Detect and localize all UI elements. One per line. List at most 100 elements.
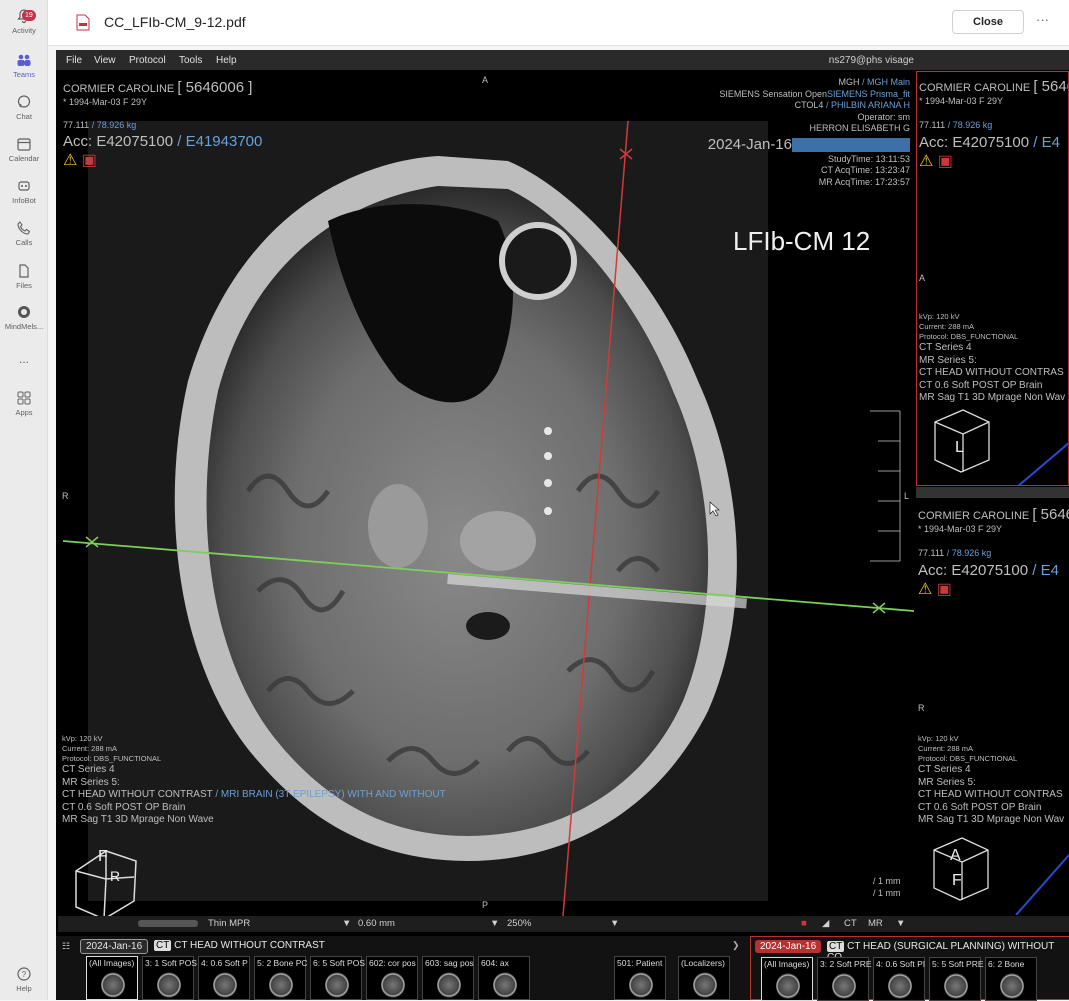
- thumbnail-label: 3: 2 Soft PRE: [820, 959, 872, 969]
- window-level-icon[interactable]: ◢: [822, 918, 829, 929]
- rail-more[interactable]: ...: [0, 352, 48, 366]
- referrer-ct: CTOL4: [794, 100, 824, 110]
- study-folder-icon[interactable]: ▣: [82, 152, 97, 169]
- rail-calendar-label: Calendar: [8, 154, 40, 163]
- chevron-down-icon[interactable]: ▼: [610, 918, 619, 929]
- accession-ct: Acc: E42075100: [918, 562, 1029, 579]
- ct-series: CT Series 4: [919, 342, 972, 353]
- comparison-date-tab[interactable]: 2024-Jan-16: [755, 940, 822, 953]
- thumbnail[interactable]: 6: 2 Bone: [985, 957, 1037, 1001]
- slice-annotation: LFIb-CM 12: [733, 226, 871, 256]
- thumbnail[interactable]: 602: cor pos: [366, 956, 418, 1000]
- thumbnail[interactable]: 604: ax: [478, 956, 530, 1000]
- modality-mr-toggle[interactable]: MR: [868, 918, 883, 929]
- ct-series-desc: CT 0.6 Soft POST OP Brain: [62, 801, 186, 813]
- weight-mr: / 78.926 kg: [91, 120, 137, 130]
- study-date-tab[interactable]: 2024-Jan-16: [80, 939, 149, 954]
- accession-mr: / E4: [1032, 562, 1059, 579]
- chevron-down-icon[interactable]: ▼: [342, 918, 351, 929]
- zoom-select[interactable]: 250%: [507, 918, 531, 929]
- pane-splitter[interactable]: [916, 487, 1069, 498]
- render-mode-select[interactable]: Thin MPR: [208, 918, 250, 929]
- thumbnail-label: (Localizers): [681, 958, 725, 968]
- grid-menu-icon[interactable]: ☷: [62, 941, 70, 952]
- thumbnail[interactable]: 5: 2 Bone PC: [254, 956, 308, 1000]
- rail-calls[interactable]: Calls: [0, 220, 48, 247]
- modality-ct-toggle[interactable]: CT: [844, 918, 857, 929]
- secondary-viewport-top[interactable]: CORMIER CAROLINE [ 5646 * 1994-Mar-03 F …: [916, 71, 1069, 486]
- rail-teams[interactable]: Teams: [0, 52, 48, 79]
- menu-tools[interactable]: Tools: [179, 55, 202, 66]
- thumbnail[interactable]: 603: sag pos: [422, 956, 474, 1000]
- referrer-mr: / PHILBIN ARIANA H: [825, 100, 910, 110]
- pin-icon[interactable]: ❯: [732, 940, 740, 951]
- warning-icon[interactable]: ⚠: [63, 152, 77, 169]
- document-title: CC_LFIb-CM_9-12.pdf: [104, 14, 246, 30]
- thumbnail[interactable]: 3: 1 Soft POS: [142, 956, 197, 1000]
- rail-help[interactable]: ? Help: [0, 966, 48, 993]
- file-icon: [19, 264, 29, 278]
- warning-icon[interactable]: ⚠: [918, 581, 932, 598]
- series-thumbnail-strip: ☷ 2024-Jan-16 CT CT HEAD WITHOUT CONTRAS…: [56, 936, 1069, 1001]
- mr-series: MR Series 5:: [918, 776, 976, 788]
- secondary-viewport-bottom[interactable]: CORMIER CAROLINE [ 5646 * 1994-Mar-03 F …: [916, 500, 1069, 915]
- patient-name: CORMIER CAROLINE: [919, 82, 1031, 94]
- rail-chat-label: Chat: [16, 112, 32, 121]
- rail-calendar[interactable]: Calendar: [0, 136, 48, 163]
- thumbnail[interactable]: 4: 0.6 Soft P: [198, 956, 250, 1000]
- thumbnail[interactable]: 501: Patient: [614, 956, 666, 1000]
- mr-series-desc: MR Sag T1 3D Mprage Non Wave: [62, 814, 214, 825]
- scanner-ct: SIEMENS Sensation Open: [719, 88, 827, 99]
- study-folder-icon[interactable]: ▣: [937, 581, 952, 598]
- scale-mr: / 1 mm: [873, 887, 901, 898]
- patient-dob: * 1994-Mar-03 F 29Y: [919, 96, 1004, 106]
- rail-infobot[interactable]: InfoBot: [0, 178, 48, 205]
- thumbnail-label: 4: 0.6 Soft P: [201, 958, 248, 968]
- mr-series-desc: MR Sag T1 3D Mprage Non Wav: [919, 392, 1066, 403]
- rail-help-label: Help: [16, 984, 32, 993]
- thumbnail[interactable]: 4: 0.6 Soft PI: [873, 957, 925, 1001]
- kvp: kVp: 120 kV: [918, 734, 959, 743]
- thumbnail-label: 6: 5 Soft POS: [313, 958, 365, 968]
- main-viewport[interactable]: CORMIER CAROLINE [ 5646006 ] * 1994-Mar-…: [58, 71, 914, 916]
- thumbnail[interactable]: 6: 5 Soft POS: [310, 956, 365, 1000]
- menu-protocol[interactable]: Protocol: [129, 55, 166, 66]
- close-button[interactable]: Close: [952, 10, 1024, 34]
- chevron-down-icon[interactable]: ▼: [490, 918, 499, 929]
- tube-current: Current: 288 mA: [62, 744, 118, 753]
- warning-icon[interactable]: ⚠: [919, 153, 933, 170]
- rail-activity[interactable]: 19 Activity: [0, 8, 48, 35]
- series-modality-tag: CT: [827, 941, 845, 952]
- patient-dob: * 1994-Mar-03 F 29Y: [63, 97, 148, 107]
- rail-apps[interactable]: Apps: [0, 390, 48, 417]
- viewer-menu-bar: File View Protocol Tools Help ns279@phs …: [56, 50, 1069, 70]
- cube-label: L: [955, 439, 964, 456]
- rail-files[interactable]: Files: [0, 263, 48, 290]
- slice-scrollbar[interactable]: [138, 920, 198, 927]
- thumbnail-label: 6: 2 Bone: [988, 959, 1025, 969]
- rail-mindmels[interactable]: MindMels...: [0, 304, 48, 331]
- menu-view[interactable]: View: [94, 55, 116, 66]
- thumbnail[interactable]: (All Images): [761, 957, 813, 1001]
- study-time: StudyTime: 13:11:53: [827, 153, 910, 164]
- thumbnail[interactable]: (Localizers): [678, 956, 730, 1000]
- thumbnail[interactable]: (All Images): [86, 956, 138, 1000]
- tube-current: Current: 288 mA: [919, 322, 975, 331]
- weight-mr: / 78.926 kg: [946, 548, 992, 558]
- lock-icon[interactable]: ■: [801, 918, 807, 929]
- protocol: Protocol: DBS_FUNCTIONAL: [919, 332, 1019, 341]
- protocol: Protocol: DBS_FUNCTIONAL: [918, 754, 1018, 763]
- comparison-study-group: 2024-Jan-16 CT CT HEAD (SURGICAL PLANNIN…: [750, 936, 1069, 1001]
- thumbnail[interactable]: 5: 5 Soft PRE: [929, 957, 984, 1001]
- study-folder-icon[interactable]: ▣: [938, 153, 953, 170]
- chevron-down-icon[interactable]: ▼: [896, 918, 905, 929]
- more-options-icon[interactable]: ···: [1036, 12, 1049, 27]
- menu-help[interactable]: Help: [216, 55, 237, 66]
- pdf-file-icon: [76, 14, 90, 31]
- menu-file[interactable]: File: [66, 55, 82, 66]
- thumbnail-label: 604: ax: [481, 958, 509, 968]
- slab-thickness-select[interactable]: 0.60 mm: [358, 918, 395, 929]
- thumbnail[interactable]: 3: 2 Soft PRE: [817, 957, 872, 1001]
- phone-icon: [17, 221, 31, 235]
- rail-chat[interactable]: Chat: [0, 94, 48, 121]
